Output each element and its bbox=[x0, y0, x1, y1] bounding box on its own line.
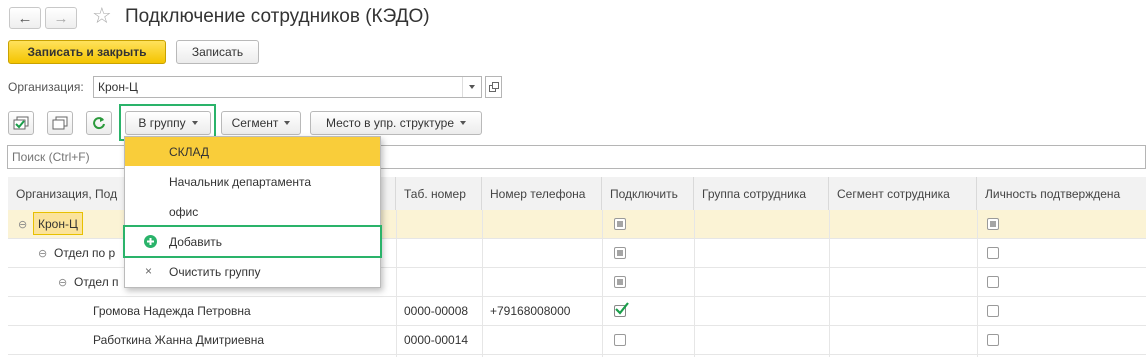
segment-label: Сегмент bbox=[231, 116, 279, 130]
identity-checkbox[interactable] bbox=[987, 247, 999, 259]
forward-button[interactable]: → bbox=[45, 7, 77, 29]
to-group-button[interactable]: В группу bbox=[125, 111, 211, 135]
row-tab-number: 0000-00008 bbox=[404, 304, 469, 318]
identity-checkbox[interactable] bbox=[987, 305, 999, 317]
row-name: Работкина Жанна Дмитриевна bbox=[93, 333, 265, 347]
place-in-structure-button[interactable]: Место в упр. структуре bbox=[310, 111, 482, 135]
connect-checkbox[interactable] bbox=[614, 276, 626, 288]
back-button[interactable]: ← bbox=[9, 7, 41, 29]
collapse-icon[interactable]: ⊖ bbox=[18, 210, 27, 238]
group-dropdown-menu: СКЛАД Начальник департамента офис Добави… bbox=[124, 136, 381, 288]
row-phone: +79168008000 bbox=[490, 304, 571, 318]
identity-checkbox[interactable] bbox=[987, 218, 999, 230]
clear-icon: × bbox=[145, 264, 153, 278]
menu-item-clear-group[interactable]: × Очистить группу bbox=[125, 257, 380, 286]
menu-item-label: Начальник департамента bbox=[169, 174, 312, 189]
segment-button[interactable]: Сегмент bbox=[221, 111, 301, 135]
column-divider bbox=[829, 210, 830, 357]
connect-checkbox[interactable] bbox=[614, 218, 626, 230]
row-name: Громова Надежда Петровна bbox=[93, 304, 251, 318]
column-divider bbox=[977, 210, 978, 357]
save-button[interactable]: Записать bbox=[176, 40, 259, 64]
organization-label: Организация: bbox=[8, 80, 84, 94]
dropdown-button[interactable] bbox=[462, 77, 481, 97]
identity-checkbox[interactable] bbox=[987, 276, 999, 288]
forward-arrow-icon: → bbox=[53, 9, 69, 27]
checkmark-icon bbox=[615, 302, 629, 315]
refresh-icon bbox=[93, 117, 105, 130]
chevron-down-icon bbox=[460, 121, 466, 125]
connect-checkbox[interactable] bbox=[614, 334, 626, 346]
chevron-down-icon bbox=[191, 121, 198, 125]
table-row[interactable]: Работкина Жанна Дмитриевна 0000-00014 bbox=[8, 326, 1146, 355]
menu-item-label: СКЛАД bbox=[169, 144, 210, 159]
collapse-icon[interactable]: ⊖ bbox=[58, 268, 67, 296]
column-header-employee-group[interactable]: Группа сотрудника bbox=[694, 177, 829, 210]
column-header-identity-verified[interactable]: Личность подтверждена bbox=[977, 177, 1146, 210]
menu-item-label: офис bbox=[169, 204, 199, 219]
column-divider bbox=[482, 210, 483, 357]
menu-item-sklad[interactable]: СКЛАД bbox=[125, 137, 380, 166]
open-link-icon bbox=[488, 82, 499, 92]
add-item-highlight bbox=[123, 225, 382, 258]
page-title: Подключение сотрудников (КЭДО) bbox=[125, 6, 430, 27]
column-divider bbox=[694, 210, 695, 357]
refresh-button[interactable] bbox=[86, 111, 112, 135]
menu-item-office[interactable]: офис bbox=[125, 197, 380, 226]
to-group-label: В группу bbox=[138, 116, 186, 130]
column-header-phone[interactable]: Номер телефона bbox=[482, 177, 602, 210]
column-header-employee-segment[interactable]: Сегмент сотрудника bbox=[829, 177, 977, 210]
connect-checkbox[interactable] bbox=[614, 247, 626, 259]
uncheck-all-button[interactable] bbox=[47, 111, 73, 135]
place-in-structure-label: Место в упр. структуре bbox=[326, 116, 454, 130]
open-organization-button[interactable] bbox=[485, 76, 502, 98]
organization-value: Крон-Ц bbox=[98, 80, 138, 94]
column-divider bbox=[602, 210, 603, 357]
row-name: Крон-Ц bbox=[33, 212, 83, 235]
table-row[interactable]: Громова Надежда Петровна 0000-00008 +791… bbox=[8, 297, 1146, 326]
column-divider bbox=[396, 210, 397, 357]
save-and-close-button[interactable]: Записать и закрыть bbox=[8, 40, 166, 64]
identity-checkbox[interactable] bbox=[987, 334, 999, 346]
column-header-connect[interactable]: Подключить bbox=[602, 177, 694, 210]
chevron-down-icon bbox=[469, 85, 475, 89]
chevron-down-icon bbox=[284, 121, 291, 125]
row-tab-number: 0000-00014 bbox=[404, 333, 469, 347]
menu-item-label: Очистить группу bbox=[169, 264, 261, 279]
connect-checkbox[interactable] bbox=[614, 302, 629, 317]
row-name: Отдел по р bbox=[54, 246, 116, 260]
uncheck-all-icon bbox=[52, 116, 68, 130]
row-name: Отдел п bbox=[74, 275, 119, 289]
organization-field[interactable]: Крон-Ц bbox=[93, 76, 482, 98]
collapse-icon[interactable]: ⊖ bbox=[38, 239, 47, 267]
back-arrow-icon: ← bbox=[17, 9, 33, 27]
check-all-icon bbox=[13, 116, 29, 130]
menu-item-department-head[interactable]: Начальник департамента bbox=[125, 167, 380, 196]
check-all-button[interactable] bbox=[8, 111, 34, 135]
column-header-tab-number[interactable]: Таб. номер bbox=[396, 177, 482, 210]
star-icon[interactable]: ☆ bbox=[92, 3, 112, 29]
